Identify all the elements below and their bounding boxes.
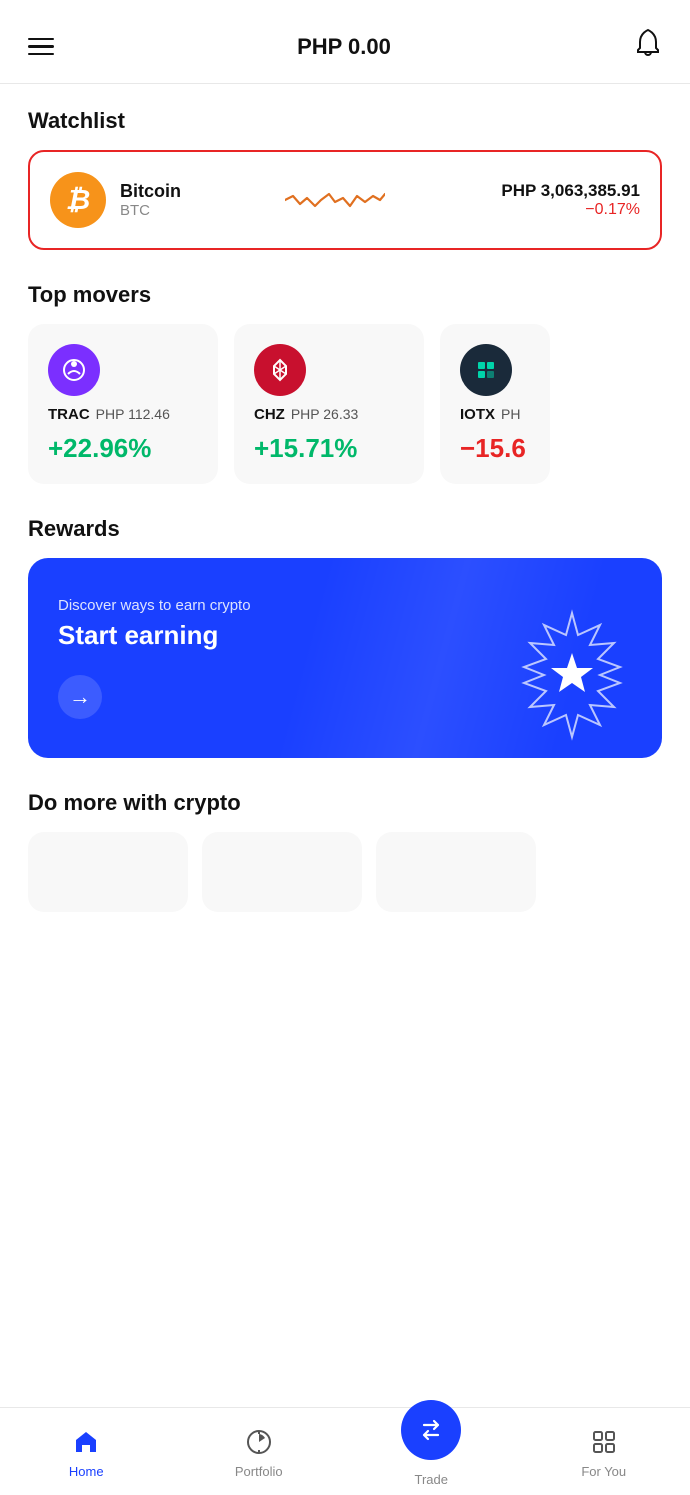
trac-info: TRAC PHP 112.46 bbox=[48, 406, 198, 423]
mover-card-chz[interactable]: CHZ PHP 26.33 +15.71% bbox=[234, 324, 424, 484]
main-content: Watchlist ₿ Bitcoin BTC PHP 3,063,385.91… bbox=[0, 84, 690, 1032]
notifications-icon[interactable] bbox=[634, 28, 662, 65]
trac-ticker: TRAC bbox=[48, 406, 90, 423]
trac-price: PHP 112.46 bbox=[96, 406, 170, 422]
chz-info: CHZ PHP 26.33 bbox=[254, 406, 404, 423]
movers-list: TRAC PHP 112.46 +22.96% bbox=[28, 324, 662, 484]
iotx-info: IOTX PH bbox=[460, 406, 530, 423]
movers-scroll: TRAC PHP 112.46 +22.96% bbox=[28, 324, 662, 484]
nav-trade[interactable]: Trade bbox=[391, 1420, 471, 1487]
btc-price: PHP 3,063,385.91 bbox=[501, 181, 640, 201]
do-more-card-2[interactable] bbox=[202, 832, 362, 912]
star-badge bbox=[502, 605, 642, 750]
btc-ticker: BTC bbox=[120, 202, 190, 219]
btc-icon: ₿ bbox=[50, 172, 106, 228]
home-label: Home bbox=[69, 1464, 104, 1479]
watchlist-title: Watchlist bbox=[28, 108, 662, 134]
portfolio-icon bbox=[245, 1428, 273, 1460]
do-more-row bbox=[28, 832, 662, 912]
iotx-price: PH bbox=[501, 406, 520, 422]
btc-change: −0.17% bbox=[585, 201, 640, 219]
iotx-ticker: IOTX bbox=[460, 406, 495, 423]
chz-change: +15.71% bbox=[254, 433, 404, 464]
btc-price-wrap: PHP 3,063,385.91 −0.17% bbox=[480, 181, 640, 219]
watchlist-section: Watchlist ₿ Bitcoin BTC PHP 3,063,385.91… bbox=[28, 108, 662, 250]
do-more-title: Do more with crypto bbox=[28, 790, 662, 816]
btc-name-wrap: Bitcoin BTC bbox=[120, 181, 190, 219]
do-more-card-3[interactable] bbox=[376, 832, 536, 912]
iotx-change: −15.6 bbox=[460, 433, 530, 464]
chz-ticker: CHZ bbox=[254, 406, 285, 423]
rewards-section: Rewards Discover ways to earn crypto Sta… bbox=[28, 516, 662, 758]
header: PHP 0.00 bbox=[0, 0, 690, 84]
watchlist-card[interactable]: ₿ Bitcoin BTC PHP 3,063,385.91 −0.17% bbox=[28, 150, 662, 250]
rewards-arrow-button[interactable]: → bbox=[58, 675, 102, 719]
balance-display: PHP 0.00 bbox=[297, 34, 391, 60]
nav-home[interactable]: Home bbox=[46, 1428, 126, 1479]
do-more-section: Do more with crypto bbox=[28, 790, 662, 912]
btc-name: Bitcoin bbox=[120, 181, 190, 202]
trac-change: +22.96% bbox=[48, 433, 198, 464]
foryou-label: For You bbox=[581, 1464, 626, 1479]
rewards-card[interactable]: Discover ways to earn crypto Start earni… bbox=[28, 558, 662, 758]
mover-card-trac[interactable]: TRAC PHP 112.46 +22.96% bbox=[28, 324, 218, 484]
btc-sparkline bbox=[204, 178, 466, 222]
bottom-nav: Home Portfolio Trade bbox=[0, 1407, 690, 1495]
portfolio-label: Portfolio bbox=[235, 1464, 283, 1479]
foryou-icon bbox=[590, 1428, 618, 1460]
home-icon bbox=[72, 1428, 100, 1460]
chz-price: PHP 26.33 bbox=[291, 406, 358, 422]
trade-label: Trade bbox=[415, 1472, 448, 1487]
top-movers-title: Top movers bbox=[28, 282, 662, 308]
nav-portfolio[interactable]: Portfolio bbox=[219, 1428, 299, 1479]
trac-icon bbox=[48, 344, 100, 396]
trade-button[interactable] bbox=[401, 1400, 461, 1460]
do-more-card-1[interactable] bbox=[28, 832, 188, 912]
top-movers-section: Top movers TRAC PHP 112.46 bbox=[28, 282, 662, 484]
nav-foryou[interactable]: For You bbox=[564, 1428, 644, 1479]
chz-icon bbox=[254, 344, 306, 396]
rewards-title: Rewards bbox=[28, 516, 662, 542]
mover-card-iotx[interactable]: IOTX PH −15.6 bbox=[440, 324, 550, 484]
menu-icon[interactable] bbox=[28, 38, 54, 56]
iotx-icon bbox=[460, 344, 512, 396]
